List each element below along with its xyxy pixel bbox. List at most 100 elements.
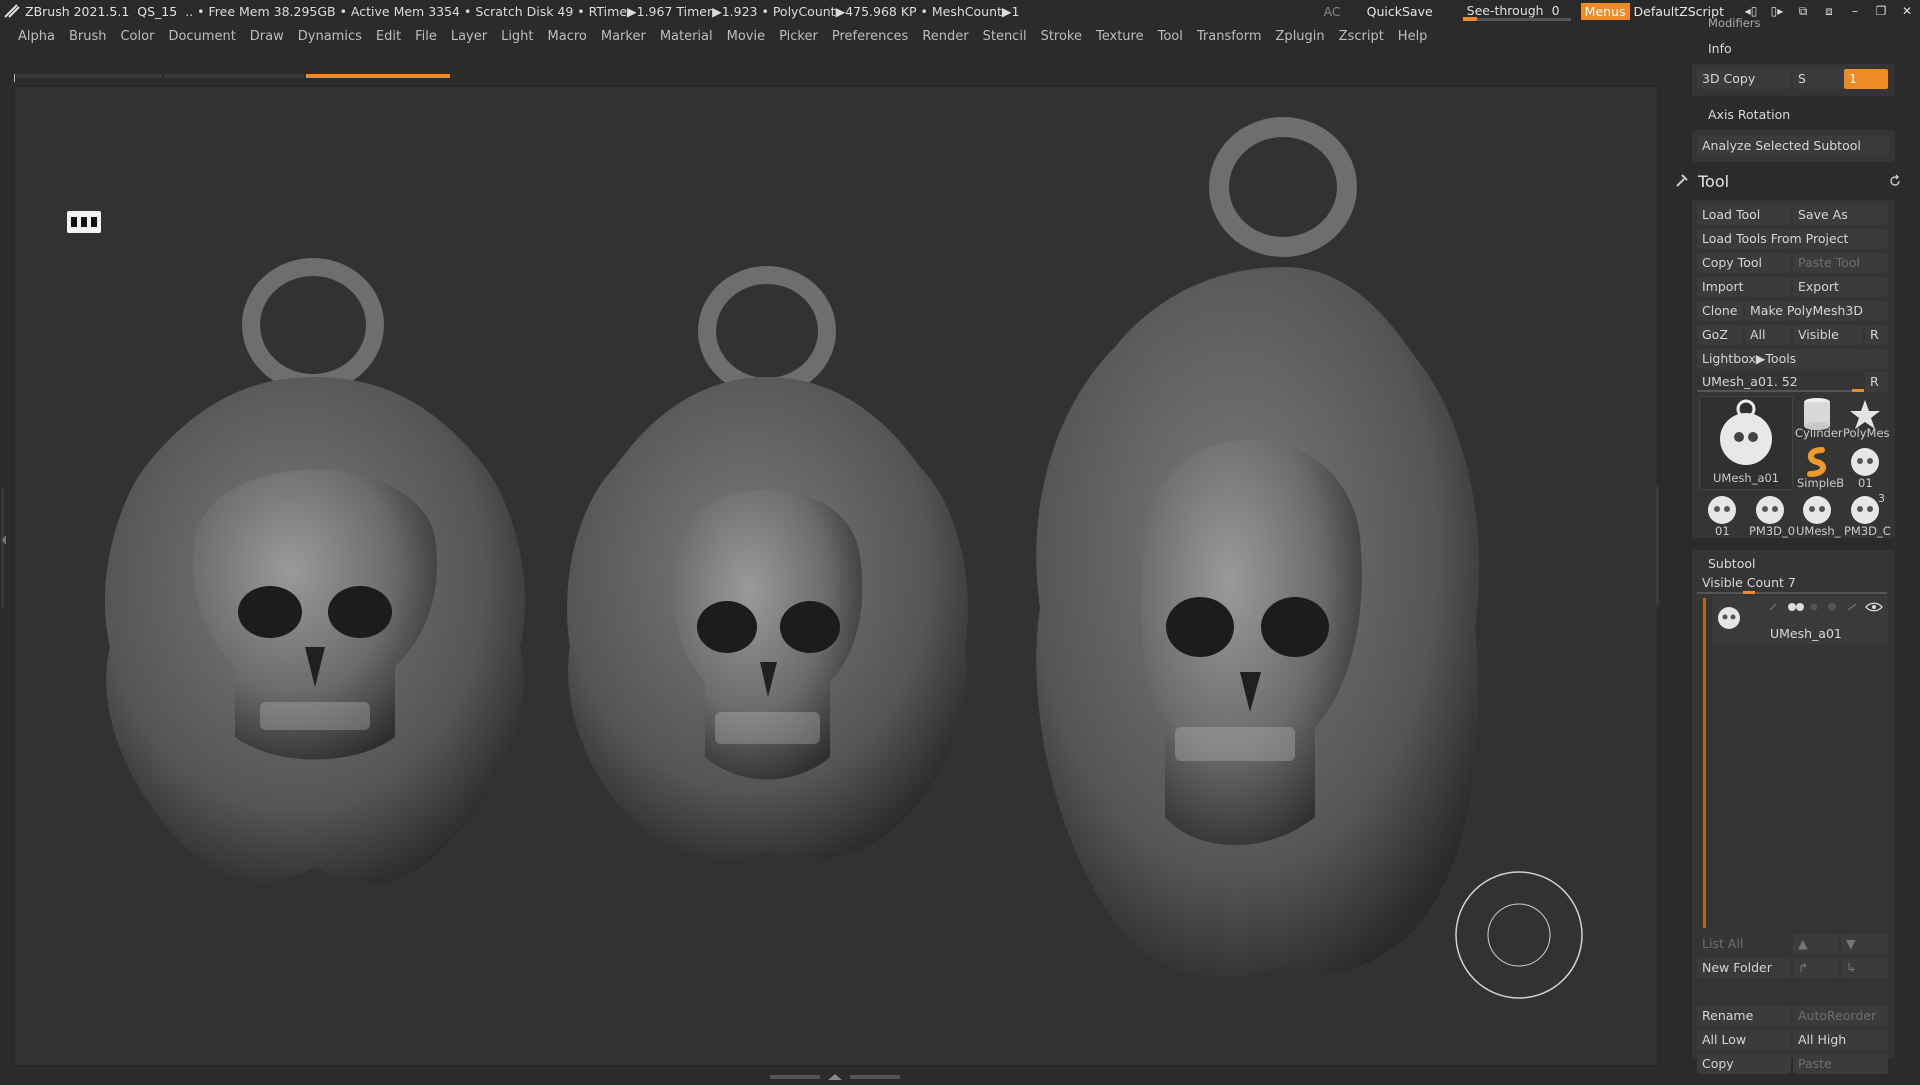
paste-tool-button[interactable]: Paste Tool [1793, 253, 1888, 273]
tool-palette-title[interactable]: Tool [1698, 172, 1729, 191]
see-through-knob[interactable] [1462, 17, 1477, 21]
tool-thumb-01b[interactable]: 01 [1699, 492, 1745, 538]
menu-stencil[interactable]: Stencil [983, 29, 1027, 44]
menu-edit[interactable]: Edit [376, 29, 401, 44]
visible-count-knob[interactable] [1743, 591, 1755, 594]
modifiers-label[interactable]: Modifiers [1708, 16, 1761, 30]
tab-segment[interactable] [164, 74, 304, 78]
current-tool-knob[interactable] [1852, 389, 1864, 392]
move-down-button[interactable]: ▼ [1841, 934, 1888, 954]
info-label[interactable]: Info [1708, 41, 1732, 56]
tool-thumb-pm3d0[interactable]: PM3D_0 [1747, 492, 1795, 538]
list-all-button[interactable]: List All [1697, 934, 1791, 954]
move-out-button[interactable]: ↳ [1841, 958, 1888, 978]
tool-thumb-simplebrush[interactable]: SimpleB [1794, 444, 1844, 490]
quicksave-button[interactable]: QuickSave [1367, 4, 1433, 19]
floating-palette-icon[interactable] [67, 211, 101, 233]
menu-help[interactable]: Help [1398, 29, 1428, 44]
export-button[interactable]: Export [1793, 277, 1888, 297]
thumb-label: SimpleB [1797, 476, 1845, 490]
copy-tool-button[interactable]: Copy Tool [1697, 253, 1791, 273]
subtool-item[interactable]: UMesh_a01 [1712, 596, 1888, 644]
menu-texture[interactable]: Texture [1096, 29, 1144, 44]
layout-icon[interactable]: ⧉ [1790, 4, 1816, 19]
menu-zscript[interactable]: Zscript [1339, 29, 1384, 44]
see-through-value: 0 [1551, 3, 1560, 18]
see-through-slider[interactable]: See-through 0 [1462, 1, 1573, 21]
load-tools-from-project-button[interactable]: Load Tools From Project [1697, 229, 1888, 249]
menu-stroke[interactable]: Stroke [1041, 29, 1082, 44]
menu-macro[interactable]: Macro [548, 29, 587, 44]
ac-button[interactable]: AC [1324, 4, 1341, 19]
menu-movie[interactable]: Movie [727, 29, 765, 44]
import-button[interactable]: Import [1697, 277, 1791, 297]
tool-thumb-umesh[interactable]: UMesh_ [1794, 492, 1840, 538]
right-tray-handle[interactable] [1655, 487, 1661, 607]
tab-segment-active[interactable] [306, 74, 450, 78]
maximize-icon[interactable]: ❐ [1868, 4, 1894, 18]
autoreorder-button[interactable]: AutoReorder [1793, 1006, 1888, 1026]
subtool-title[interactable]: Subtool [1708, 556, 1755, 571]
menu-brush[interactable]: Brush [69, 29, 107, 44]
menu-layer[interactable]: Layer [451, 29, 487, 44]
all-high-button[interactable]: All High [1793, 1030, 1888, 1050]
menu-alpha[interactable]: Alpha [18, 29, 55, 44]
menu-light[interactable]: Light [501, 29, 533, 44]
restore-layout-icon[interactable]: ⧈ [1816, 4, 1842, 19]
visible-count-label[interactable]: Visible Count 7 [1702, 575, 1796, 590]
make-polymesh3d-button[interactable]: Make PolyMesh3D [1745, 301, 1888, 321]
move-in-button[interactable]: ↱ [1793, 958, 1839, 978]
tool-thumb-pm3dc[interactable]: 3 PM3D_C [1842, 492, 1891, 538]
copy-subtool-button[interactable]: Copy [1697, 1054, 1791, 1074]
axis-rotation-label[interactable]: Axis Rotation [1708, 107, 1790, 122]
load-tool-button[interactable]: Load Tool [1697, 205, 1791, 225]
minimize-icon[interactable]: – [1842, 4, 1868, 18]
analyze-subtool-button[interactable]: Analyze Selected Subtool [1697, 136, 1889, 156]
menu-color[interactable]: Color [120, 29, 154, 44]
menu-file[interactable]: File [415, 29, 437, 44]
scroll-right-icon[interactable]: ▯▸ [1764, 4, 1790, 18]
s-slider-value[interactable]: 1 [1844, 69, 1888, 89]
tool-thumb-cylinder[interactable]: Cylinder [1794, 396, 1843, 442]
current-tool-slider[interactable]: UMesh_a01. 52 [1697, 372, 1863, 392]
sculpt-models [104, 117, 1583, 999]
title-bar: ZBrush 2021.5.1 QS_15 .. • Free Mem 38.2… [0, 0, 1920, 22]
refresh-icon[interactable] [1888, 174, 1902, 188]
subtool-scrollbar[interactable] [1703, 598, 1706, 928]
menu-material[interactable]: Material [660, 29, 713, 44]
menu-picker[interactable]: Picker [779, 29, 818, 44]
save-as-button[interactable]: Save As [1793, 205, 1888, 225]
goz-all-button[interactable]: All [1745, 325, 1791, 345]
tool-r-button[interactable]: R [1865, 372, 1888, 392]
all-low-button[interactable]: All Low [1697, 1030, 1791, 1050]
menu-marker[interactable]: Marker [601, 29, 646, 44]
goz-visible-button[interactable]: Visible [1793, 325, 1863, 345]
goz-r-button[interactable]: R [1865, 325, 1888, 345]
3d-copy-button[interactable]: 3D Copy [1697, 69, 1791, 89]
menu-tool[interactable]: Tool [1158, 29, 1183, 44]
move-up-button[interactable]: ▲ [1793, 934, 1839, 954]
rename-button[interactable]: Rename [1697, 1006, 1791, 1026]
subtool-toggle-icons[interactable] [1766, 600, 1886, 614]
menu-zplugin[interactable]: Zplugin [1276, 29, 1325, 44]
lightbox-tools-button[interactable]: Lightbox▶Tools [1697, 349, 1888, 369]
goz-button[interactable]: GoZ [1697, 325, 1743, 345]
new-folder-button[interactable]: New Folder [1697, 958, 1791, 978]
tool-thumb-01[interactable]: 01 [1842, 444, 1888, 490]
left-tray-handle[interactable] [0, 480, 8, 620]
tool-thumb-polymesh[interactable]: PolyMes [1842, 396, 1890, 442]
canvas-viewport[interactable] [14, 86, 1661, 1066]
menu-dynamics[interactable]: Dynamics [298, 29, 362, 44]
close-icon[interactable]: ✕ [1894, 4, 1920, 18]
tool-thumb-main[interactable]: UMesh_a01 [1699, 396, 1793, 490]
bottom-tray-handle[interactable] [770, 1070, 900, 1080]
clone-button[interactable]: Clone [1697, 301, 1743, 321]
menus-toggle-button[interactable]: Menus [1580, 2, 1630, 20]
menu-render[interactable]: Render [922, 29, 968, 44]
menu-draw[interactable]: Draw [250, 29, 284, 44]
menu-document[interactable]: Document [168, 29, 235, 44]
paste-subtool-button[interactable]: Paste [1793, 1054, 1888, 1074]
menu-preferences[interactable]: Preferences [832, 29, 908, 44]
menu-transform[interactable]: Transform [1197, 29, 1262, 44]
tab-segment[interactable] [16, 74, 162, 78]
